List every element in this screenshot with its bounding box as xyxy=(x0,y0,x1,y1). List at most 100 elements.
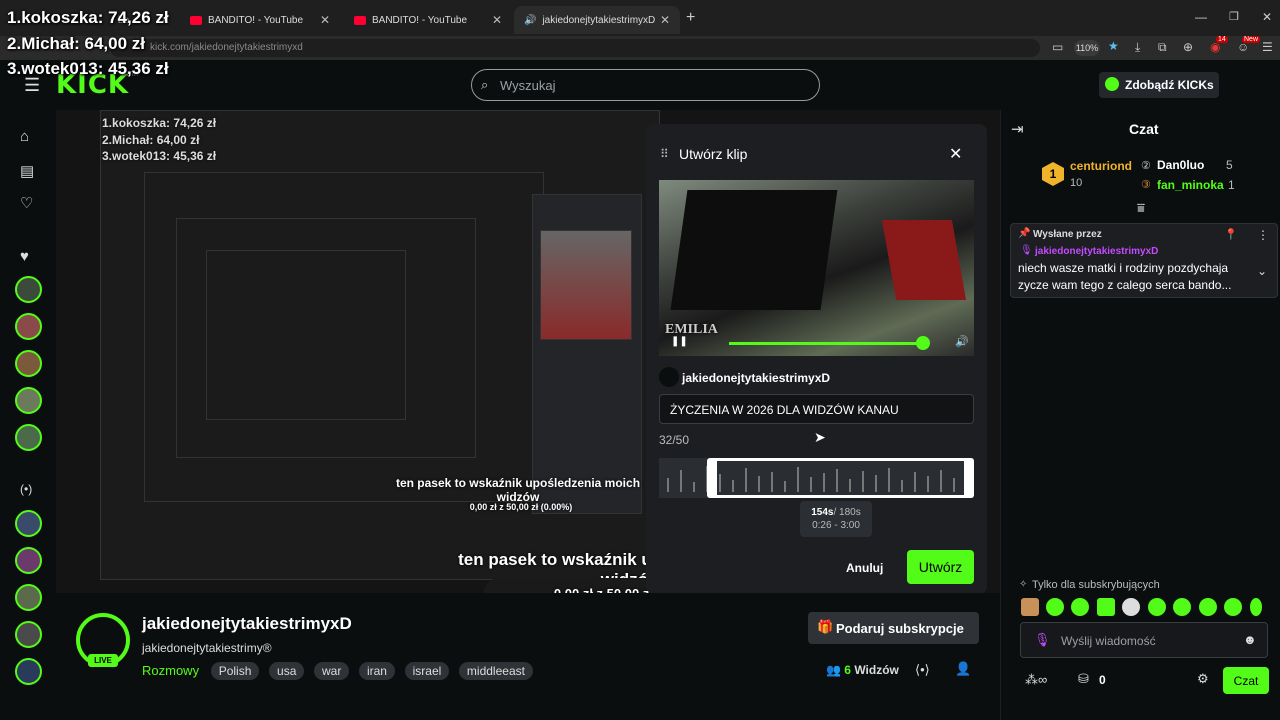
get-kicks-button[interactable]: Zdobądź KICKs xyxy=(1099,72,1219,98)
close-icon[interactable]: ✕ xyxy=(949,144,962,164)
close-tab-icon[interactable]: ✕ xyxy=(320,13,330,27)
pinned-label: Wysłane przez xyxy=(1033,229,1102,240)
tag-chip[interactable]: israel xyxy=(404,662,450,680)
flag-shape xyxy=(670,190,838,310)
tag-chip[interactable]: usa xyxy=(269,662,305,680)
settings-gear-icon[interactable]: ⚙ xyxy=(1197,671,1209,687)
ghost-leaderboard: 1.kokoszka: 74,26 zł xyxy=(102,116,217,130)
stream-title: jakiedonejtytakiestrimy® xyxy=(142,641,272,655)
send-chat-button[interactable]: Czat xyxy=(1223,667,1269,694)
chevron-down-icon[interactable]: ⌄ xyxy=(1257,264,1267,278)
expand-leaderboard-icon[interactable]: ⩸ xyxy=(1137,200,1145,216)
download-icon[interactable]: ⤓ xyxy=(1135,40,1140,55)
category-link[interactable]: Rozmowy xyxy=(142,663,199,678)
url-text: kick.com/jakiedonejtytakiestrimyxd xyxy=(150,42,303,53)
playback-knob[interactable] xyxy=(915,336,930,350)
speaker-icon: 🔊 xyxy=(524,14,537,26)
browser-tab[interactable]: BANDITO! - YouTube ✕ xyxy=(344,6,512,34)
duration-selected: 154s xyxy=(811,507,834,518)
menu-icon[interactable]: ☰ xyxy=(1262,40,1273,54)
streamer-name[interactable]: jakiedonejtytakiestrimyxD xyxy=(142,614,352,634)
emote-icon[interactable] xyxy=(1148,598,1166,616)
emote-icon[interactable] xyxy=(1122,598,1140,616)
collapse-chat-icon[interactable]: ⇥ xyxy=(1011,120,1024,138)
bookmark-star-icon[interactable]: ★ xyxy=(1108,39,1119,53)
pinned-text-line: zycze wam tego z calego serca bando... xyxy=(1018,278,1232,292)
kicks-coin-icon xyxy=(1105,77,1119,91)
browser-tab[interactable]: BANDITO! - YouTube ✕ xyxy=(180,6,340,34)
browse-icon[interactable]: ▤ xyxy=(20,162,34,180)
minimize-icon[interactable]: — xyxy=(1195,10,1207,24)
url-field[interactable]: kick.com/jakiedonejtytakiestrimyxd xyxy=(110,39,1040,57)
user-options-icon[interactable]: 👤 xyxy=(955,661,971,677)
emote-icon[interactable] xyxy=(1046,598,1064,616)
trim-handle-right[interactable] xyxy=(964,458,974,498)
tag-chip[interactable]: iran xyxy=(358,662,395,680)
chat-input-placeholder: Wyślij wiadomość xyxy=(1061,634,1156,648)
home-icon[interactable]: ⌂ xyxy=(20,128,29,145)
volume-icon[interactable]: 🔊 xyxy=(955,335,969,348)
top-gifter-name[interactable]: centuriond xyxy=(1070,159,1132,173)
tag-chip[interactable]: middleeast xyxy=(458,662,533,680)
more-options-icon[interactable]: ⋮ xyxy=(1257,228,1269,242)
pause-icon[interactable]: ❚❚ xyxy=(671,336,688,347)
close-tab-icon[interactable]: ✕ xyxy=(492,13,502,27)
left-sidebar: ⌂ ▤ ♡ ♥ (•) xyxy=(0,110,56,720)
share-icon[interactable]: ⟨•⟩ xyxy=(915,662,930,678)
new-tab-icon[interactable]: + xyxy=(686,9,695,27)
followed-channel-avatar[interactable] xyxy=(15,313,42,340)
tag-chip[interactable]: Polish xyxy=(210,662,260,680)
unpin-icon[interactable]: 📍 xyxy=(1224,228,1238,241)
emote-icon[interactable] xyxy=(1250,598,1262,616)
emote-icon[interactable] xyxy=(1199,598,1217,616)
ghost-goal: 0,00 zł z 50,00 zł (0.00%) xyxy=(469,502,573,512)
recommended-channel-avatar[interactable] xyxy=(15,621,42,648)
followed-channel-avatar[interactable] xyxy=(15,387,42,414)
rank-2-badge: ② xyxy=(1141,160,1151,172)
emote-icon[interactable] xyxy=(1224,598,1242,616)
emote-icon[interactable] xyxy=(1097,598,1115,616)
char-count: 32/50 xyxy=(659,433,690,447)
following-heart-icon[interactable]: ♡ xyxy=(20,194,33,212)
playback-progress[interactable] xyxy=(729,342,923,345)
recommended-channel-avatar[interactable] xyxy=(15,547,42,574)
gifter-name[interactable]: Dan0luo xyxy=(1157,158,1204,172)
gamepad-icon[interactable]: ⊕ xyxy=(1183,40,1193,54)
leaderboard-entry: 3.wotek013: 45,36 zł xyxy=(7,59,169,78)
trim-handle-left[interactable] xyxy=(707,458,717,498)
close-tab-icon[interactable]: ✕ xyxy=(660,13,670,27)
sparkle-icon: ✧ xyxy=(1019,579,1028,590)
gift-subs-button[interactable]: 🎁 Podaruj subskrypcje xyxy=(808,612,979,644)
tag-chip[interactable]: war xyxy=(314,662,350,680)
emoji-picker-icon[interactable]: ☻ xyxy=(1243,632,1257,647)
cancel-button[interactable]: Anuluj xyxy=(846,561,883,575)
search-input[interactable]: ⌕ Wyszukaj xyxy=(471,69,820,101)
clip-title-input[interactable]: ŻYCZENIA W 2026 DLA WIDZÓW KANAU xyxy=(659,394,974,424)
followed-channel-avatar[interactable] xyxy=(15,424,42,451)
close-window-icon[interactable]: ✕ xyxy=(1262,10,1272,24)
recursive-capture xyxy=(206,250,406,420)
clip-preview[interactable]: EMILIA ❚❚ 🔊 xyxy=(659,180,974,356)
gifter-name[interactable]: fan_minoka xyxy=(1157,178,1224,192)
pinned-author[interactable]: jakiedonejtytakiestrimyxD xyxy=(1035,246,1158,257)
recommended-channel-avatar[interactable] xyxy=(15,584,42,611)
screen-icon[interactable]: ▭ xyxy=(1052,40,1063,54)
followed-channel-avatar[interactable] xyxy=(15,350,42,377)
recommended-channel-avatar[interactable] xyxy=(15,510,42,537)
browser-tab-active[interactable]: 🔊 jakiedonejtytakiestrimyxD ✕ xyxy=(514,6,680,34)
recommended-channel-avatar[interactable] xyxy=(15,658,42,685)
extensions-icon[interactable]: ⧉ xyxy=(1158,40,1167,55)
create-clip-button[interactable]: Utwórz xyxy=(907,550,974,584)
clip-trim-timeline[interactable] xyxy=(659,458,974,498)
followed-channel-avatar[interactable] xyxy=(15,276,42,303)
restore-icon[interactable]: ❐ xyxy=(1229,10,1239,23)
chat-message-input[interactable]: 🎙 Wyślij wiadomość ☻ xyxy=(1020,622,1268,658)
drag-handle-icon[interactable]: ⠿ xyxy=(660,147,669,161)
community-icon[interactable]: ⁂∞ xyxy=(1025,672,1047,688)
trim-selection[interactable] xyxy=(707,458,974,498)
emote-cat-icon[interactable] xyxy=(1021,598,1039,616)
emote-icon[interactable] xyxy=(1071,598,1089,616)
points-icon[interactable]: ⛁ xyxy=(1078,671,1089,687)
emote-icon[interactable] xyxy=(1173,598,1191,616)
zoom-indicator[interactable]: 110% xyxy=(1074,40,1100,56)
